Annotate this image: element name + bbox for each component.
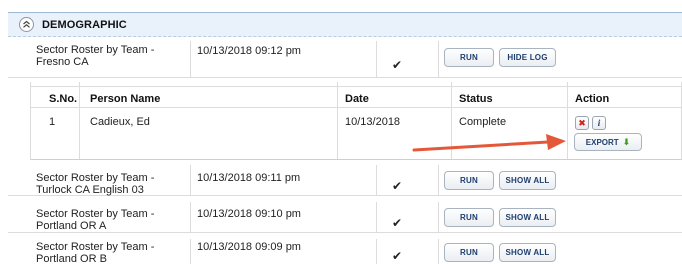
double-chevron-up-icon — [23, 20, 30, 28]
col-header-status: Status — [459, 93, 493, 105]
log-cell-date: 10/13/2018 — [345, 116, 401, 128]
log-cell-status: Complete — [459, 116, 507, 128]
log-detail-table: S.No. Person Name Date Status Action 1 C… — [30, 82, 682, 160]
roster-row: Sector Roster by Team - Portland OR A 10… — [8, 202, 682, 233]
checkmark-icon: ✔ — [392, 58, 403, 72]
roster-row: Sector Roster by Team - Portland OR B 10… — [8, 239, 682, 264]
roster-date: 10/13/2018 09:10 pm — [197, 208, 301, 220]
delete-button[interactable]: ✖ — [575, 116, 589, 130]
log-cell-sno: 1 — [49, 116, 56, 128]
checkmark-icon: ✔ — [392, 179, 403, 193]
show-all-button[interactable]: SHOW ALL — [499, 208, 556, 227]
col-header-person: Person Name — [90, 93, 161, 105]
checkmark-icon: ✔ — [392, 249, 403, 263]
export-label: EXPORT — [585, 137, 619, 147]
download-arrow-icon: ⬇ — [622, 136, 631, 147]
checkmark-icon: ✔ — [392, 216, 403, 230]
collapse-section-button[interactable] — [19, 17, 34, 32]
info-icon: i — [597, 118, 601, 128]
roster-date: 10/13/2018 09:11 pm — [197, 172, 301, 184]
roster-date: 10/13/2018 09:09 pm — [197, 241, 301, 253]
section-header: DEMOGRAPHIC — [8, 12, 682, 37]
run-button[interactable]: RUN — [444, 208, 494, 227]
run-button[interactable]: RUN — [444, 171, 494, 190]
col-header-action: Action — [575, 93, 610, 105]
delete-x-icon: ✖ — [578, 117, 586, 128]
col-header-date: Date — [345, 93, 369, 105]
export-button[interactable]: EXPORT ⬇ — [574, 133, 642, 151]
roster-name: Sector Roster by Team - Portland OR B — [36, 241, 155, 264]
section-title: DEMOGRAPHIC — [42, 18, 127, 31]
report-page: DEMOGRAPHIC Sector Roster by Team - Fres… — [0, 0, 682, 264]
run-button[interactable]: RUN — [444, 243, 494, 262]
show-all-button[interactable]: SHOW ALL — [499, 243, 556, 262]
show-all-button[interactable]: SHOW ALL — [499, 171, 556, 190]
col-header-sno: S.No. — [49, 93, 78, 105]
roster-row: Sector Roster by Team - Fresno CA 10/13/… — [8, 41, 682, 78]
roster-name: Sector Roster by Team - Turlock CA Engli… — [36, 172, 155, 196]
roster-name: Sector Roster by Team - Portland OR A — [36, 208, 155, 232]
roster-date: 10/13/2018 09:12 pm — [197, 45, 301, 57]
info-button[interactable]: i — [592, 116, 606, 130]
roster-row: Sector Roster by Team - Turlock CA Engli… — [8, 165, 682, 196]
hide-log-button[interactable]: HIDE LOG — [499, 48, 556, 67]
run-button[interactable]: RUN — [444, 48, 494, 67]
roster-name: Sector Roster by Team - Fresno CA — [36, 44, 155, 68]
log-header-row: S.No. Person Name Date Status Action — [31, 86, 682, 108]
log-cell-person: Cadieux, Ed — [90, 116, 150, 128]
